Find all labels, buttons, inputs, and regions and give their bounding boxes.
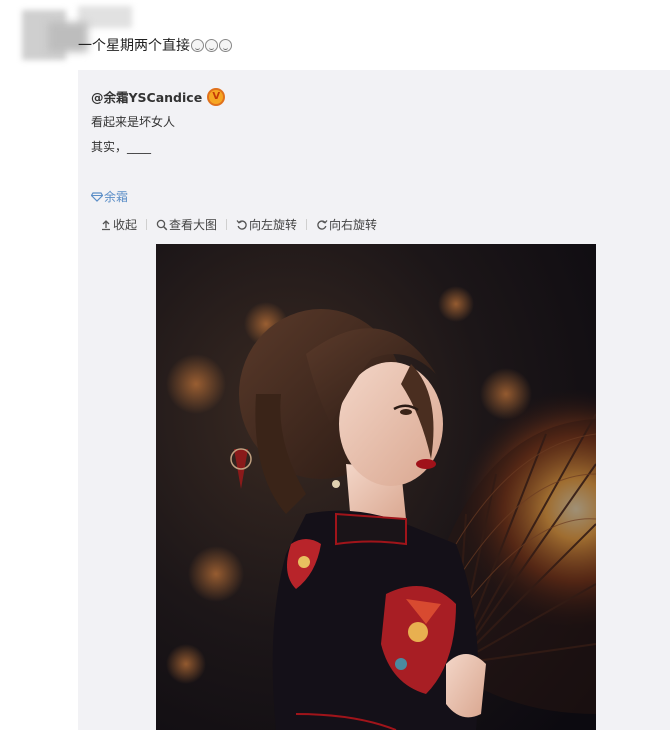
weibo-post: 一个星期两个直接 @余霜YSCandice V 看起来是坏女人 其实，____ … <box>0 0 670 730</box>
rotate-left-button[interactable]: 向左旋转 <box>236 216 297 233</box>
rotate-left-label: 向左旋转 <box>249 218 298 232</box>
smile-emoji-icon <box>205 39 218 52</box>
toolbar-divider <box>226 219 228 230</box>
photo-woman-with-lace-fan <box>156 244 596 730</box>
post-text: 一个星期两个直接 <box>78 35 232 55</box>
post-text-content: 一个星期两个直接 <box>78 38 190 54</box>
smile-emoji-icon <box>191 39 204 52</box>
diamond-icon <box>91 191 103 202</box>
image-toolbar: 收起 查看大图 向左旋转 向右旋转 <box>100 216 377 233</box>
rotate-right-button[interactable]: 向右旋转 <box>316 216 377 233</box>
rotate-left-icon <box>236 219 247 230</box>
view-large-label: 查看大图 <box>169 218 218 232</box>
repost-text-line-1: 看起来是坏女人 <box>91 115 176 129</box>
upload-arrow-icon <box>102 219 110 230</box>
collapse-label: 收起 <box>113 218 138 232</box>
post-photo[interactable] <box>156 244 596 730</box>
collapse-button[interactable]: 收起 <box>100 216 137 233</box>
repost-container: @余霜YSCandice V 看起来是坏女人 其实，____ 余霜 收起 查看大… <box>78 70 670 730</box>
rotate-right-icon <box>317 219 328 230</box>
toolbar-divider <box>146 219 148 230</box>
author-link[interactable]: @余霜YSCandice <box>91 87 202 106</box>
toolbar-divider <box>306 219 308 230</box>
topic-link-label: 余霜 <box>104 190 129 204</box>
verified-badge-icon: V <box>207 87 226 106</box>
repost-author: @余霜YSCandice V <box>91 87 226 106</box>
repost-text-line-2: 其实，____ <box>91 140 152 154</box>
smile-emoji-icon <box>219 39 232 52</box>
rotate-right-label: 向右旋转 <box>329 218 378 232</box>
view-large-button[interactable]: 查看大图 <box>156 216 217 233</box>
magnifier-icon <box>156 219 168 230</box>
topic-link[interactable]: 余霜 <box>91 188 128 205</box>
